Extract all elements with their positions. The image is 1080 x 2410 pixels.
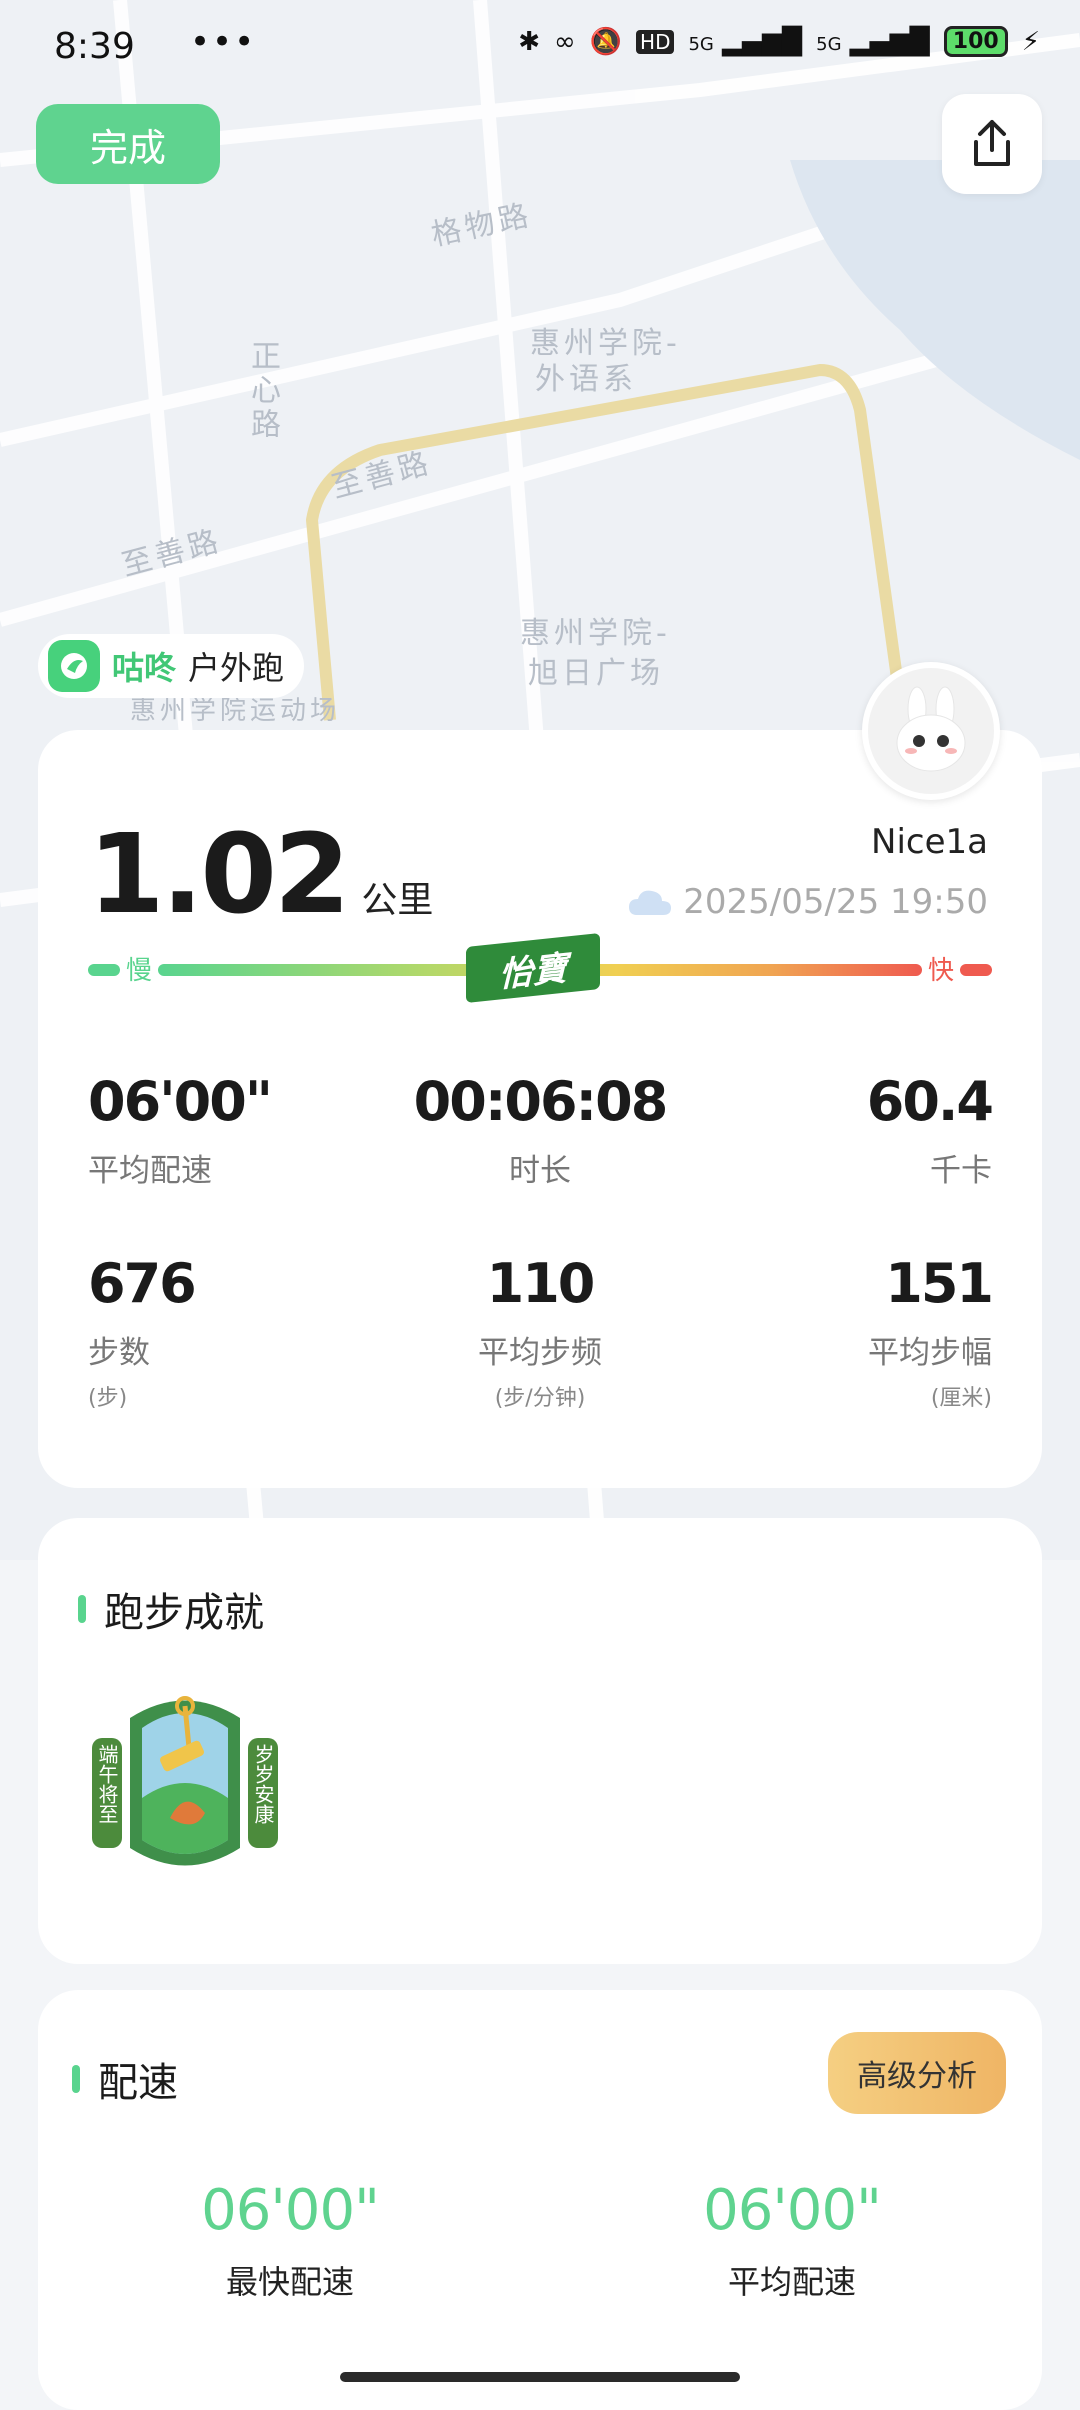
pace-label: 平均配速 <box>727 2263 856 2301</box>
avatar[interactable] <box>862 662 1000 800</box>
speed-bar-cap-fast <box>960 964 992 976</box>
map-label: 正心路 <box>245 340 280 442</box>
stat-label: 平均步频 <box>478 1335 602 1371</box>
fastest-pace: 06'00" 最快配速 <box>140 2178 440 2303</box>
more-notifications-icon: ••• <box>190 22 257 62</box>
sponsor-logo: 怡寶 <box>466 932 600 1004</box>
stat-unit: (步) <box>88 1386 128 1411</box>
badge-left-text: 端午将至 <box>95 1744 119 1824</box>
app-tag: 咕咚 户外跑 <box>38 634 305 698</box>
stat-value: 00:06:08 <box>413 1070 669 1133</box>
section-title-text: 配速 <box>98 2060 178 2106</box>
pace-value: 06'00" <box>201 2178 380 2243</box>
signal-5g-icon: 5G ▂▄▆█ <box>816 26 930 57</box>
run-mode: 户外跑 <box>188 649 285 687</box>
bunny-avatar-icon <box>896 686 966 772</box>
stat-value: 676 <box>88 1252 197 1315</box>
stat-label: 平均步幅 <box>868 1335 992 1371</box>
cloud-icon <box>629 890 672 915</box>
stat-label: 步数 <box>88 1335 150 1371</box>
link-icon: ∞ <box>553 26 576 57</box>
codoon-logo-icon <box>48 640 100 692</box>
stat-value: 110 <box>486 1252 596 1315</box>
run-datetime: 2025/05/25 19:50 <box>627 882 988 922</box>
fast-label: 快 <box>927 956 954 986</box>
battery-icon: 100 <box>943 26 1008 57</box>
status-icons: ✱ ∞ 🔕 HD 5G ▂▄▆█ 5G ▂▄▆█ 100 ⚡ <box>518 26 1040 57</box>
section-marker <box>72 2065 80 2093</box>
distance-value: 1.02 <box>88 810 350 938</box>
stat-stride: 151 平均步幅 (厘米) <box>692 1252 994 1412</box>
section-marker <box>78 1595 86 1623</box>
pace-title: 配速 <box>72 2050 178 2108</box>
map-label: 惠州学院- <box>520 616 671 651</box>
speed-bar: 慢 快 怡寶 <box>88 932 992 1004</box>
advanced-analysis-button[interactable]: 高级分析 <box>828 2032 1006 2114</box>
pace-value: 06'00" <box>703 2178 882 2243</box>
stat-duration: 00:06:08 时长 <box>390 1070 690 1190</box>
stat-label: 时长 <box>509 1153 571 1189</box>
stat-cadence: 110 平均步频 (步/分钟) <box>390 1252 690 1412</box>
stat-label: 千卡 <box>930 1153 992 1189</box>
achievements-card: 跑步成就 端午将至 岁岁安康 <box>38 1518 1042 1964</box>
status-time: 8:39 <box>54 26 135 67</box>
pace-card: 配速 高级分析 06'00" 最快配速 06'00" 平均配速 <box>38 1990 1042 2410</box>
charging-icon: ⚡ <box>1021 26 1040 57</box>
app-name: 咕咚 <box>112 649 177 687</box>
distance: 1.02 公里 <box>88 810 433 938</box>
done-button[interactable]: 完成 <box>36 104 220 184</box>
status-bar: 8:39 ••• ✱ ∞ 🔕 HD 5G ▂▄▆█ 5G ▂▄▆█ 100 ⚡ <box>0 18 1080 78</box>
stat-avg-pace: 06'00" 平均配速 <box>88 1070 388 1190</box>
bluetooth-icon: ✱ <box>518 26 540 57</box>
stat-steps: 676 步数 (步) <box>88 1252 388 1412</box>
speed-bar-cap-slow <box>88 964 120 976</box>
signal-5g-icon: 5G ▂▄▆█ <box>688 26 803 57</box>
stat-label: 平均配速 <box>88 1153 212 1189</box>
stat-value: 151 <box>885 1252 994 1315</box>
section-title-text: 跑步成就 <box>104 1590 264 1636</box>
average-pace: 06'00" 平均配速 <box>642 2178 942 2303</box>
stat-unit: (步/分钟) <box>494 1386 586 1411</box>
share-icon <box>974 120 1010 166</box>
hd-icon: HD <box>636 29 675 54</box>
stat-unit: (厘米) <box>930 1386 992 1411</box>
stat-value: 06'00" <box>88 1070 273 1133</box>
share-button[interactable] <box>942 94 1042 194</box>
map-label: 外语系 <box>535 362 637 397</box>
achievements-title: 跑步成就 <box>78 1580 264 1638</box>
pace-label: 最快配速 <box>225 2263 354 2301</box>
stat-calories: 60.4 千卡 <box>692 1070 994 1190</box>
achievement-badge[interactable]: 端午将至 岁岁安康 <box>90 1688 280 1878</box>
run-datetime-text: 2025/05/25 19:50 <box>683 882 988 922</box>
distance-unit: 公里 <box>361 880 434 921</box>
run-summary-card: 1.02 公里 Nice1a 2025/05/25 19:50 慢 快 怡寶 0… <box>38 730 1042 1488</box>
map-label: 旭日广场 <box>528 656 664 691</box>
slow-label: 慢 <box>126 956 153 986</box>
home-indicator[interactable] <box>340 2372 740 2382</box>
mute-icon: 🔕 <box>589 26 623 57</box>
badge-right-text: 岁岁安康 <box>251 1744 275 1824</box>
stat-value: 60.4 <box>866 1070 994 1133</box>
username: Nice1a <box>871 822 988 862</box>
